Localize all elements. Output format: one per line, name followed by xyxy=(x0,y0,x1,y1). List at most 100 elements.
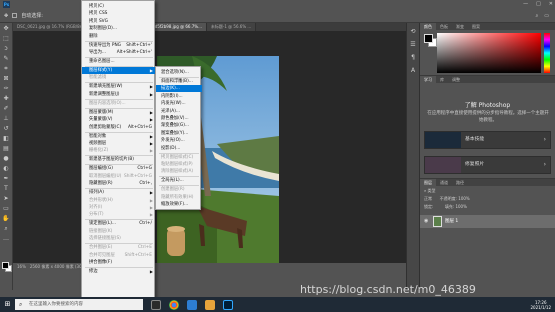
menu-item[interactable]: 智能对象 ▶ xyxy=(82,133,156,140)
tab-libraries[interactable]: 库 xyxy=(436,76,448,83)
menu-item[interactable]: 拷贝(C) xyxy=(82,3,156,10)
menu-item[interactable]: 导出为... Alt+Shift+Ctrl+' xyxy=(82,49,156,56)
blur-tool-icon[interactable]: ● xyxy=(2,155,11,163)
pen-tool-icon[interactable]: ✒ xyxy=(2,175,11,183)
task-view-icon[interactable] xyxy=(151,299,161,310)
menu-item[interactable]: 视频图层 ▶ xyxy=(82,140,156,147)
menu-item[interactable]: 修边 ▶ xyxy=(82,268,156,275)
submenu-item[interactable]: 内阴影(I)... xyxy=(156,93,202,100)
paragraph-icon[interactable]: ¶ xyxy=(409,54,417,62)
tab-layers[interactable]: 图层 xyxy=(420,179,436,186)
submenu-item[interactable]: 光泽(A)... xyxy=(156,108,202,115)
healing-brush-icon[interactable]: ✚ xyxy=(2,95,11,103)
submenu-item[interactable]: 颜色叠加(V)... xyxy=(156,115,202,122)
tab-learn[interactable]: 学习 xyxy=(420,76,436,83)
tab-patterns[interactable]: 图案 xyxy=(468,23,484,30)
move-tool-icon[interactable]: ✥ xyxy=(4,13,8,19)
submenu-item[interactable]: 描边(K)... xyxy=(156,85,202,93)
menu-item[interactable]: 智能滤镜 xyxy=(82,74,156,81)
blend-mode-select[interactable]: 正常 xyxy=(424,196,432,201)
tab-paths[interactable]: 路径 xyxy=(452,179,468,186)
search-icon[interactable]: ⌕ xyxy=(535,13,538,19)
foreground-color-chip[interactable] xyxy=(424,34,433,43)
menu-item[interactable]: 矢量蒙版(V) ▶ xyxy=(82,116,156,123)
move-tool-icon[interactable]: ✥ xyxy=(2,25,11,33)
menu-item[interactable]: 删除 xyxy=(82,33,156,40)
eyedropper-icon[interactable]: ✑ xyxy=(2,85,11,93)
submenu-item[interactable]: 拷贝图层样式(C) xyxy=(156,154,202,161)
layer-name[interactable]: 图层 1 xyxy=(445,215,458,228)
menu-item[interactable]: 锁定图层(L)... Ctrl+/ xyxy=(82,220,156,227)
windows-start-icon[interactable]: ⊞ xyxy=(0,297,15,312)
menu-item[interactable]: 合并形状(H) ▶ xyxy=(82,197,156,204)
submenu-item[interactable]: 图案叠加(Y)... xyxy=(156,130,202,137)
menu-item[interactable]: 图层蒙版(M) ▶ xyxy=(82,109,156,116)
shape-tool-icon[interactable]: ▭ xyxy=(2,205,11,213)
menu-item[interactable]: 栅格化(Z) ▶ xyxy=(82,147,156,154)
file-explorer-icon[interactable] xyxy=(205,299,215,310)
menu-item[interactable]: 合并图层(E) Ctrl+E xyxy=(82,244,156,251)
history-icon[interactable]: ⟲ xyxy=(409,28,417,36)
submenu-item[interactable]: 清除图层样式(A) xyxy=(156,168,202,175)
photoshop-logo-icon[interactable]: Ps xyxy=(3,1,10,8)
menu-item[interactable]: 快速导出为 PNG Shift+Ctrl+' xyxy=(82,42,156,49)
menu-item[interactable]: 新建基于图层的切片(B) xyxy=(82,156,156,163)
more-tools-icon[interactable]: … xyxy=(2,235,11,243)
hand-tool-icon[interactable]: ✋ xyxy=(2,215,11,223)
maximize-icon[interactable]: □ xyxy=(536,1,541,7)
layer-filter-kind[interactable]: ⌕ 类型 xyxy=(424,187,436,194)
frame-tool-icon[interactable]: ⊠ xyxy=(2,75,11,83)
tutorial-card-fix-photo[interactable]: 修复照片 › xyxy=(424,156,551,174)
document-tab[interactable]: 未标题-1 @ 56.6% ... xyxy=(206,23,257,31)
menu-item[interactable]: 选择链接图层(S) xyxy=(82,235,156,242)
photoshop-taskbar-icon[interactable] xyxy=(223,299,233,310)
tab-gradients[interactable]: 渐变 xyxy=(452,23,468,30)
hue-slider[interactable] xyxy=(544,33,550,73)
chrome-icon[interactable] xyxy=(169,299,179,310)
submenu-item[interactable]: 投影(D)... xyxy=(156,145,202,152)
submenu-item[interactable]: 全局光(L)... xyxy=(156,177,202,184)
properties-icon[interactable]: ☰ xyxy=(409,41,417,49)
submenu-item[interactable]: 外发光(O)... xyxy=(156,137,202,144)
type-tool-icon[interactable]: T xyxy=(2,185,11,193)
crop-tool-icon[interactable]: ⌗ xyxy=(2,65,11,73)
submenu-item[interactable]: 内发光(W)... xyxy=(156,100,202,107)
stamp-tool-icon[interactable]: ⊥ xyxy=(2,115,11,123)
menu-item[interactable]: 分布(T) ▶ xyxy=(82,211,156,218)
menu-item[interactable]: 链接图层(K) xyxy=(82,228,156,235)
workspace-icon[interactable]: ▭ xyxy=(544,13,549,19)
submenu-item[interactable]: 斜面和浮雕(B)... xyxy=(156,78,202,85)
tutorial-card-basic-skills[interactable]: 基本技能 › xyxy=(424,131,551,149)
submenu-item[interactable]: 隐藏所有效果(H) xyxy=(156,194,202,201)
submenu-item[interactable]: 粘贴图层样式(P) xyxy=(156,161,202,168)
character-icon[interactable]: A xyxy=(409,67,417,75)
tab-adjustments[interactable]: 调整 xyxy=(448,76,464,83)
submenu-item[interactable]: 创建图层(R) xyxy=(156,186,202,193)
path-select-icon[interactable]: ➤ xyxy=(2,195,11,203)
fill-value[interactable]: 100% xyxy=(455,204,466,209)
quick-select-icon[interactable]: ✎ xyxy=(2,55,11,63)
auto-select-checkbox[interactable] xyxy=(12,13,18,18)
menu-item[interactable]: 新建填充图层(W) ▶ xyxy=(82,83,156,90)
clock[interactable]: 17:26 2021/1/12 xyxy=(530,300,551,310)
submenu-item[interactable]: 混合选项(N)... xyxy=(156,69,202,76)
marquee-tool-icon[interactable]: ⬚ xyxy=(2,35,11,43)
color-picker-field[interactable] xyxy=(437,33,541,73)
menu-item[interactable]: 图层编组(G) Ctrl+G xyxy=(82,165,156,172)
history-brush-icon[interactable]: ↺ xyxy=(2,125,11,133)
brush-tool-icon[interactable]: ✐ xyxy=(2,105,11,113)
vscode-icon[interactable] xyxy=(187,299,197,310)
tab-swatches[interactable]: 色板 xyxy=(436,23,452,30)
dodge-tool-icon[interactable]: ◐ xyxy=(2,165,11,173)
menu-item[interactable]: 创建剪贴蒙版(C) Alt+Ctrl+G xyxy=(82,124,156,131)
menu-item[interactable]: 对齐(I) ▶ xyxy=(82,204,156,211)
eraser-tool-icon[interactable]: ◧ xyxy=(2,135,11,143)
menu-item[interactable]: 拷贝 SVG xyxy=(82,18,156,25)
gradient-tool-icon[interactable]: ▤ xyxy=(2,145,11,153)
submenu-item[interactable]: 渐变叠加(G)... xyxy=(156,122,202,129)
menu-item[interactable]: 拼合图像(F) xyxy=(82,259,156,266)
close-icon[interactable]: ✕ xyxy=(549,1,553,7)
menu-item[interactable]: 新建调整图层(J) ▶ xyxy=(82,91,156,98)
menu-item[interactable]: 拷贝 CSS xyxy=(82,10,156,17)
menu-item[interactable]: 图层样式(Y) ▶ xyxy=(82,67,156,74)
